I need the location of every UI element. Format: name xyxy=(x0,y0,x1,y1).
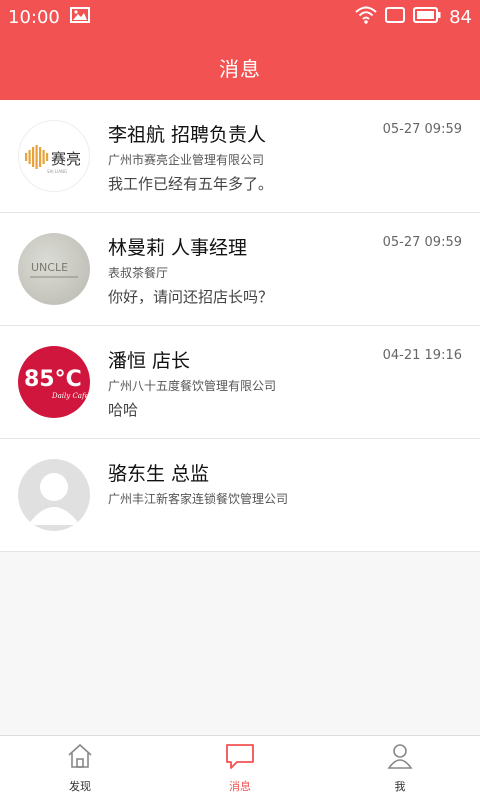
message-icon xyxy=(225,742,255,774)
message-list: 赛亮 SAI LIANG 李祖航 招聘负责人 05-27 09:59 广州市赛亮… xyxy=(0,100,480,552)
nav-messages[interactable]: 消息 xyxy=(160,736,320,800)
contact-name: 潘恒 店长 xyxy=(108,350,191,372)
person-icon xyxy=(386,742,414,774)
message-time: 05-27 09:59 xyxy=(382,122,462,137)
nav-discover[interactable]: 发现 xyxy=(0,736,160,800)
nav-me[interactable]: 我 xyxy=(320,736,480,800)
company-logo-icon: UNCLE xyxy=(30,261,78,278)
status-time: 10:00 xyxy=(8,6,60,28)
page-title: 消息 xyxy=(219,56,261,81)
message-item[interactable]: 骆东生 总监 广州丰江新客家连锁餐饮管理公司 xyxy=(0,439,480,552)
contact-name: 骆东生 总监 xyxy=(108,463,210,485)
message-item[interactable]: 85°C Daily Cafe 潘恒 店长 04-21 19:16 广州八十五度… xyxy=(0,326,480,439)
status-indicators: 84 xyxy=(355,6,472,29)
contact-name: 林曼莉 人事经理 xyxy=(108,237,248,259)
avatar: 赛亮 SAI LIANG xyxy=(18,120,90,192)
avatar-logo-text: 赛亮 xyxy=(51,150,81,168)
battery-icon xyxy=(413,6,441,28)
title-bar: 消息 xyxy=(0,34,480,100)
message-preview: 你好，请问还招店长吗？ xyxy=(108,288,274,306)
avatar-logo-subtext: Daily Cafe xyxy=(51,392,89,400)
nav-label: 消息 xyxy=(229,780,251,793)
avatar-logo-text: UNCLE xyxy=(31,261,68,274)
nav-label: 发现 xyxy=(69,780,91,793)
message-item[interactable]: 赛亮 SAI LIANG 李祖航 招聘负责人 05-27 09:59 广州市赛亮… xyxy=(0,100,480,213)
message-time: 05-27 09:59 xyxy=(382,235,462,250)
contact-name: 李祖航 招聘负责人 xyxy=(108,124,267,146)
company-name: 表叔茶餐厅 xyxy=(108,266,169,280)
message-item[interactable]: UNCLE 林曼莉 人事经理 05-27 09:59 表叔茶餐厅 你好，请问还招… xyxy=(0,213,480,326)
company-name: 广州丰江新客家连锁餐饮管理公司 xyxy=(108,492,289,506)
image-icon xyxy=(69,7,90,27)
company-name: 广州八十五度餐饮管理有限公司 xyxy=(108,379,277,393)
nav-label: 我 xyxy=(394,780,406,793)
avatar: UNCLE xyxy=(18,233,90,305)
company-name: 广州市赛亮企业管理有限公司 xyxy=(108,153,265,167)
home-icon xyxy=(66,742,94,774)
avatar-logo-text: 85°C xyxy=(24,367,82,392)
company-logo-icon: 赛亮 SAI LIANG xyxy=(25,145,81,174)
avatar-logo-subtext: SAI LIANG xyxy=(47,169,67,174)
battery-level: 84 xyxy=(449,6,472,28)
message-time: 04-21 19:16 xyxy=(382,348,462,363)
wifi-icon xyxy=(355,6,377,29)
default-avatar-icon xyxy=(28,473,80,525)
avatar xyxy=(18,459,90,531)
status-bar: 10:00 84 xyxy=(0,0,480,34)
message-preview: 我工作已经有五年多了。 xyxy=(108,175,274,193)
message-preview: 哈哈 xyxy=(108,401,139,419)
company-logo-icon: 85°C Daily Cafe xyxy=(24,367,89,400)
avatar: 85°C Daily Cafe xyxy=(18,346,90,418)
bottom-nav: 发现 消息 我 xyxy=(0,735,480,800)
sim-icon xyxy=(385,6,406,28)
